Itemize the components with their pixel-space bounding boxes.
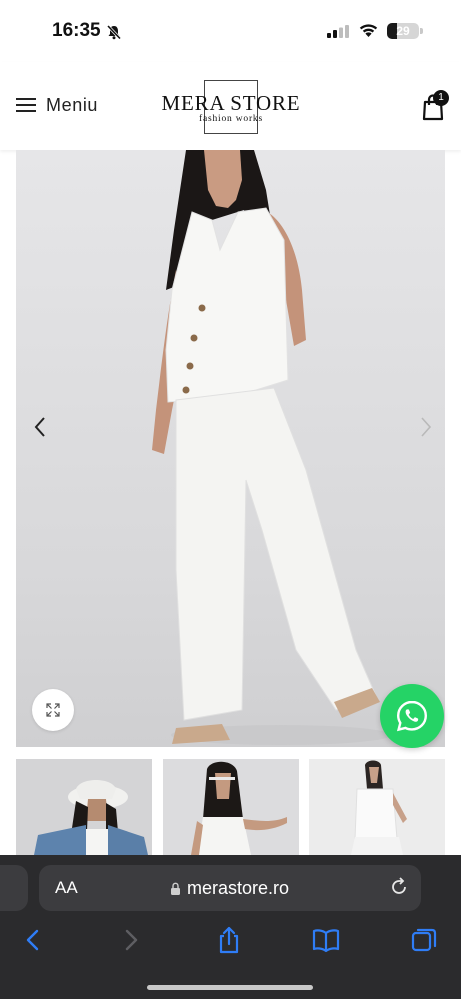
bell-muted-icon (106, 24, 122, 40)
whatsapp-chat-button[interactable] (380, 684, 444, 748)
zoom-button[interactable] (32, 689, 74, 731)
address-bar[interactable]: AA merastore.ro (39, 865, 421, 911)
browser-bottom-bar: AA merastore.ro (0, 855, 461, 999)
logo-title: MERA STORE (161, 91, 301, 115)
url-text: merastore.ro (187, 878, 290, 898)
battery-indicator: 29 (387, 23, 419, 39)
tabs-icon[interactable] (409, 925, 439, 955)
text-size-label: AA (55, 878, 78, 897)
product-image[interactable] (16, 150, 445, 747)
forward-chevron-icon[interactable] (116, 925, 146, 955)
share-icon[interactable] (214, 925, 244, 955)
whatsapp-icon (396, 700, 428, 732)
text-size-button[interactable]: AA (55, 878, 78, 898)
prev-image-chevron-left-icon[interactable] (26, 412, 56, 442)
thumbnail-1[interactable] (16, 759, 152, 855)
bookmarks-icon[interactable] (311, 925, 341, 955)
home-indicator[interactable] (147, 985, 313, 990)
thumbnail-1-image (16, 759, 152, 855)
lock-icon (171, 882, 180, 895)
previous-tab-preview[interactable] (0, 865, 28, 911)
expand-icon (46, 703, 60, 717)
cellular-signal-icon (327, 25, 349, 38)
back-chevron-icon[interactable] (18, 925, 48, 955)
wifi-icon (359, 24, 378, 37)
thumbnail-2[interactable] (163, 759, 299, 855)
model-photo (152, 150, 391, 745)
site-header: Meniu MERA STORE fashion works (0, 62, 461, 150)
thumbnail-3-image (309, 759, 445, 855)
next-image-chevron-right-icon[interactable] (410, 412, 440, 442)
menu-button[interactable]: Meniu (16, 92, 98, 118)
thumbnail-3[interactable] (309, 759, 445, 855)
status-bar: 16:35 29 (0, 0, 461, 62)
status-time: 16:35 (52, 20, 101, 41)
hamburger-icon (16, 97, 36, 113)
thumbnail-2-image (163, 759, 299, 855)
logo-subtitle: fashion works (199, 114, 263, 124)
battery-tip (420, 28, 423, 34)
menu-label: Meniu (46, 94, 99, 115)
store-logo[interactable]: MERA STORE fashion works (160, 78, 302, 136)
reload-icon[interactable] (388, 876, 410, 898)
cart-count-badge: 1 (433, 90, 449, 106)
battery-percent: 29 (396, 24, 410, 38)
